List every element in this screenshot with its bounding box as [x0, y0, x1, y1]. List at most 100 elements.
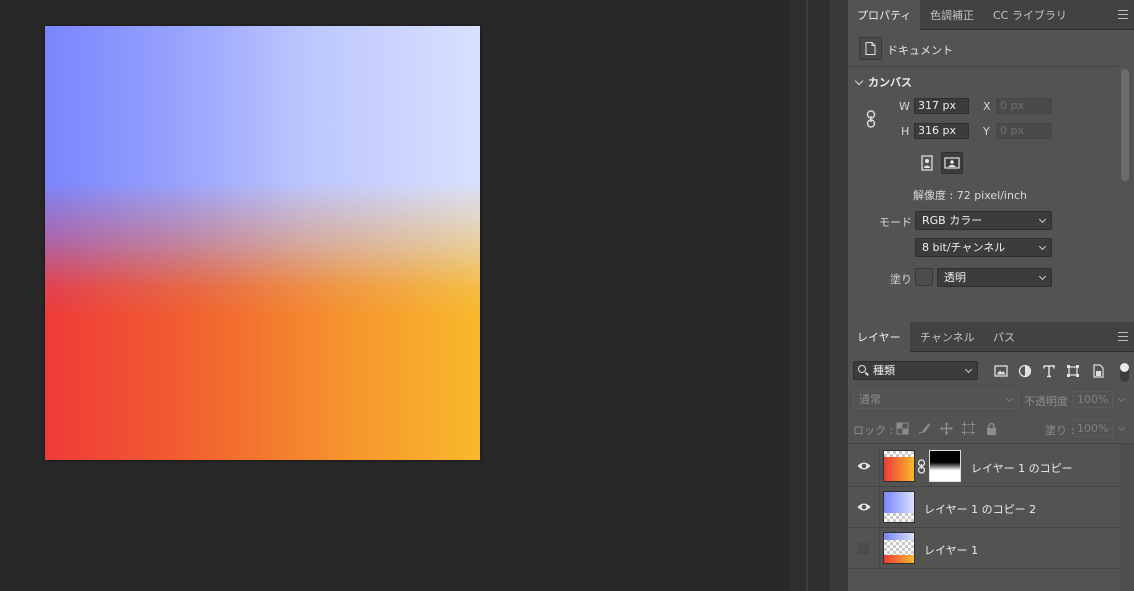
right-panels: プロパティ 色調補正 CC ライブラリ ドキュメント カンバス W 317 px…: [848, 0, 1134, 591]
opacity-label: 不透明度 :: [1024, 395, 1076, 408]
tab-cc-libraries[interactable]: CC ライブラリ: [984, 0, 1076, 30]
tab-adjustments[interactable]: 色調補正: [921, 0, 983, 30]
fill-color-swatch[interactable]: [915, 268, 933, 286]
bit-depth-value: 8 bit/チャンネル: [922, 241, 1006, 254]
y-field: 0 px: [996, 123, 1052, 139]
tab-channels[interactable]: チャンネル: [911, 322, 984, 352]
portrait-icon: [921, 155, 933, 171]
x-label: X: [983, 100, 991, 113]
x-field: 0 px: [996, 98, 1052, 114]
layer-filter-row: 種類: [848, 352, 1134, 384]
smart-object-filter-icon[interactable]: [1091, 364, 1105, 378]
tab-paths[interactable]: パス: [984, 322, 1024, 352]
chevron-down-icon: [1038, 272, 1047, 281]
chevron-down-icon: [1005, 394, 1014, 403]
layer-name[interactable]: レイヤー 1 のコピー 2: [924, 501, 1036, 517]
tab-properties[interactable]: プロパティ: [848, 0, 921, 30]
mode-select[interactable]: RGB カラー: [915, 211, 1052, 230]
layer-thumbnail[interactable]: [883, 532, 915, 564]
layer-name[interactable]: レイヤー 1: [924, 542, 978, 558]
link-dimensions-icon[interactable]: [866, 110, 876, 128]
properties-scrollbar-thumb[interactable]: [1121, 69, 1129, 181]
opacity-field: 100%: [1073, 391, 1113, 408]
panel-dock-strip: [790, 0, 848, 591]
blend-mode-value: 通常: [859, 393, 881, 406]
layer-row[interactable]: レイヤー 1: [848, 528, 1118, 569]
thumbnail-blue-band: [884, 533, 914, 540]
filter-toggle[interactable]: [1120, 363, 1129, 382]
panel-menu-icon[interactable]: [1118, 332, 1128, 341]
document-label: ドキュメント: [887, 44, 953, 57]
lock-transparent-pixels-icon: [896, 422, 909, 435]
column-divider: [879, 446, 880, 487]
fill-select[interactable]: 透明: [937, 268, 1052, 287]
layer-filter-select[interactable]: 種類: [853, 361, 978, 380]
chevron-down-icon: [1038, 215, 1047, 224]
layer-mask-thumbnail[interactable]: [929, 450, 961, 482]
height-field[interactable]: 316 px: [914, 123, 969, 139]
properties-panel: ドキュメント カンバス W 317 px X 0 px H 316 px Y 0…: [848, 30, 1134, 322]
chevron-down-icon: [1117, 423, 1126, 432]
mode-value: RGB カラー: [922, 214, 983, 227]
lock-label: ロック :: [853, 424, 894, 437]
layer-name[interactable]: レイヤー 1 のコピー: [971, 460, 1073, 476]
fill-label: 塗り: [890, 273, 912, 286]
divider: [848, 443, 1134, 444]
lock-position-icon: [940, 422, 953, 435]
layer-thumbnail[interactable]: [883, 450, 915, 482]
resolution-text: 解像度 : 72 pixel/inch: [913, 189, 1027, 202]
column-divider: [879, 528, 880, 569]
width-label: W: [899, 100, 910, 113]
height-label: H: [901, 125, 910, 138]
lock-image-pixels-icon: [918, 423, 930, 435]
lock-row: ロック : 塗り : 100%: [848, 418, 1134, 440]
transparency-checker: [884, 513, 914, 522]
blend-mode-select: 通常: [853, 390, 1019, 409]
divider: [848, 66, 1118, 67]
column-divider: [879, 487, 880, 528]
search-icon: [858, 365, 866, 373]
eye-icon[interactable]: [857, 501, 871, 513]
thumbnail-warm-band: [884, 555, 914, 563]
y-label: Y: [983, 125, 990, 138]
dock-collapsed-column[interactable]: [830, 0, 848, 591]
document-canvas[interactable]: [45, 26, 480, 460]
shape-filter-icon[interactable]: [1066, 364, 1080, 378]
eye-icon[interactable]: [857, 460, 871, 472]
chevron-down-icon: [854, 76, 864, 86]
width-field[interactable]: 317 px: [914, 98, 969, 114]
chevron-down-icon: [1117, 394, 1126, 403]
lock-artboard-icon: [962, 422, 975, 435]
type-filter-icon[interactable]: [1042, 364, 1056, 378]
visibility-toggle[interactable]: [858, 543, 869, 554]
lock-all-icon: [987, 422, 996, 435]
landscape-orientation-button[interactable]: [941, 152, 963, 174]
portrait-orientation-button[interactable]: [916, 152, 938, 174]
canvas-section-title: カンバス: [868, 76, 912, 89]
layer-row[interactable]: レイヤー 1 のコピー 2: [848, 487, 1118, 528]
layers-scrollbar[interactable]: [1120, 444, 1134, 591]
layer-thumbnail[interactable]: [883, 491, 915, 523]
canvas-section-header[interactable]: カンバス: [854, 74, 912, 90]
properties-tabbar: プロパティ 色調補正 CC ライブラリ: [848, 0, 1134, 30]
layers-panel: レイヤー チャンネル パス 種類 通常 不透明度 : 100% ロック: 塗り…: [848, 322, 1134, 591]
adjustment-filter-icon[interactable]: [1018, 364, 1032, 378]
transparency-checker: [884, 451, 914, 457]
layer-row[interactable]: レイヤー 1 のコピー: [848, 446, 1118, 487]
landscape-icon: [944, 157, 960, 169]
fill-value: 透明: [944, 271, 966, 284]
workspace[interactable]: [0, 0, 790, 591]
fill-opacity-label: 塗り :: [1045, 424, 1075, 437]
blend-row: 通常 不透明度 : 100%: [848, 389, 1134, 411]
document-icon: [859, 37, 882, 60]
dock-divider: [806, 0, 808, 591]
fill-opacity-field: 100%: [1073, 420, 1113, 437]
mask-link-icon[interactable]: [917, 459, 926, 474]
layers-tabbar: レイヤー チャンネル パス: [848, 322, 1134, 352]
image-filter-icon[interactable]: [994, 364, 1008, 378]
tab-layers[interactable]: レイヤー: [848, 322, 910, 352]
mode-label: モード: [879, 216, 912, 229]
bit-depth-select[interactable]: 8 bit/チャンネル: [915, 238, 1052, 257]
panel-menu-icon[interactable]: [1118, 10, 1128, 19]
gradient-layer-blue: [45, 26, 480, 460]
